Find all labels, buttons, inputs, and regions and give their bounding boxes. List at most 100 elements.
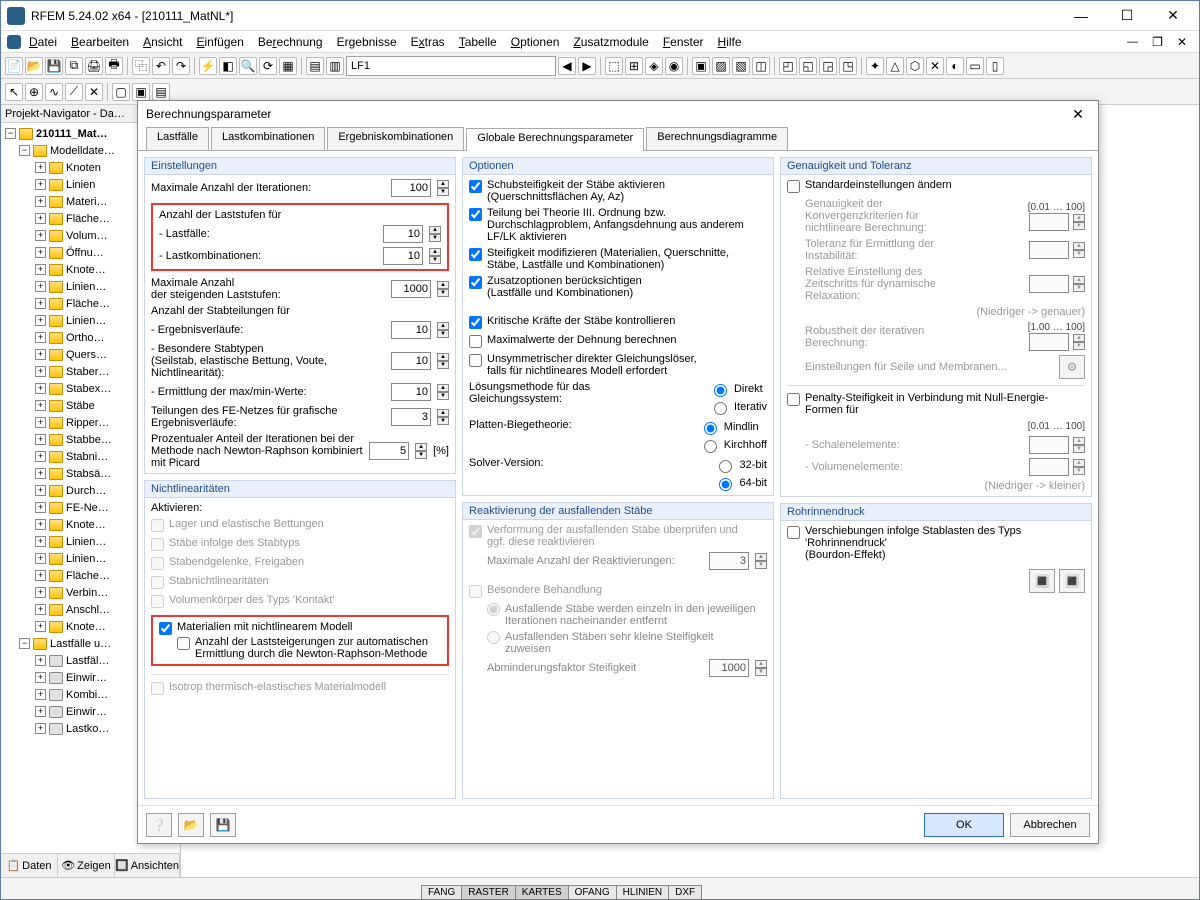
chk-steif[interactable] bbox=[469, 248, 482, 261]
tb-icon[interactable]: ▧ bbox=[732, 57, 750, 75]
view-options-button[interactable]: 🔳 bbox=[1029, 569, 1055, 593]
radio-64bit[interactable] bbox=[719, 478, 732, 491]
tb-icon[interactable]: ▨ bbox=[712, 57, 730, 75]
nav-tab-ansichten[interactable]: 🔲 Ansichten bbox=[115, 854, 180, 877]
radio-iterativ[interactable] bbox=[714, 402, 727, 415]
menu-einfuegen[interactable]: Einfügen bbox=[190, 33, 249, 51]
tb-icon[interactable]: ◲ bbox=[819, 57, 837, 75]
radio-kirchhoff[interactable] bbox=[704, 440, 717, 453]
tb2-icon[interactable]: ∿ bbox=[45, 83, 63, 101]
menu-tabelle[interactable]: Tabelle bbox=[453, 33, 503, 51]
ergebnis-spinner[interactable] bbox=[391, 321, 431, 339]
open-icon[interactable]: 📂 bbox=[25, 57, 43, 75]
chk-teilung[interactable] bbox=[469, 208, 482, 221]
radio-mindlin[interactable] bbox=[704, 422, 717, 435]
tb-icon[interactable]: ◈ bbox=[645, 57, 663, 75]
chk-zusatz[interactable] bbox=[469, 276, 482, 289]
radio-32bit[interactable] bbox=[719, 460, 732, 473]
picard-spinner[interactable] bbox=[369, 442, 409, 460]
menu-ansicht[interactable]: Ansicht bbox=[137, 33, 188, 51]
tb-icon[interactable]: ▣ bbox=[692, 57, 710, 75]
tb-icon[interactable]: ◉ bbox=[665, 57, 683, 75]
tb-icon[interactable]: ✦ bbox=[866, 57, 884, 75]
maxmin-spinner[interactable] bbox=[391, 383, 431, 401]
tb2-icon[interactable]: ↖ bbox=[5, 83, 23, 101]
tb2-icon[interactable]: ▤ bbox=[152, 83, 170, 101]
table-icon[interactable]: ▦ bbox=[279, 57, 297, 75]
tb-icon[interactable]: ⬚ bbox=[605, 57, 623, 75]
next-icon[interactable]: ▶ bbox=[578, 57, 596, 75]
tab-lastfaelle[interactable]: Lastfälle bbox=[146, 127, 209, 150]
lastfaelle-spinner[interactable] bbox=[383, 225, 423, 243]
status-fang[interactable]: FANG bbox=[421, 885, 462, 899]
tb2-icon[interactable]: ✕ bbox=[85, 83, 103, 101]
chk-unsym[interactable] bbox=[469, 354, 482, 367]
tb-icon[interactable]: ◐ bbox=[946, 57, 964, 75]
tab-berechnungsdiagramme[interactable]: Berechnungsdiagramme bbox=[646, 127, 788, 150]
tb-icon[interactable]: ◳ bbox=[839, 57, 857, 75]
tb2-icon[interactable]: ▣ bbox=[132, 83, 150, 101]
status-kartes[interactable]: KARTES bbox=[515, 885, 569, 899]
tb2-icon[interactable]: ▢ bbox=[112, 83, 130, 101]
filter-icon[interactable]: ◧ bbox=[219, 57, 237, 75]
chk-maxdehn[interactable] bbox=[469, 335, 482, 348]
nav-tab-zeigen[interactable]: 👁 Zeigen bbox=[58, 854, 115, 877]
copy-icon[interactable]: ⿻ bbox=[132, 57, 150, 75]
tb-icon[interactable]: ⊞ bbox=[625, 57, 643, 75]
menu-datei[interactable]: Datei bbox=[23, 33, 63, 51]
tb-icon[interactable]: ◰ bbox=[779, 57, 797, 75]
list1-icon[interactable]: ▤ bbox=[306, 57, 324, 75]
chk-schub[interactable] bbox=[469, 180, 482, 193]
units-button[interactable]: 🔳 bbox=[1059, 569, 1085, 593]
menu-berechnung[interactable]: Berechnung bbox=[252, 33, 329, 51]
fenetz-spinner[interactable] bbox=[391, 408, 431, 426]
bolt-icon[interactable]: ⚡ bbox=[199, 57, 217, 75]
max-steig-spinner[interactable] bbox=[391, 280, 431, 298]
mdi-restore-icon[interactable]: ❐ bbox=[1146, 33, 1169, 51]
cancel-button[interactable]: Abbrechen bbox=[1010, 813, 1090, 837]
menu-fenster[interactable]: Fenster bbox=[657, 33, 710, 51]
chk-bourdon[interactable] bbox=[787, 526, 800, 539]
status-dxf[interactable]: DXF bbox=[668, 885, 702, 899]
tab-ergebniskombinationen[interactable]: Ergebniskombinationen bbox=[327, 127, 464, 150]
ok-button[interactable]: OK bbox=[924, 813, 1004, 837]
tab-lastkombinationen[interactable]: Lastkombinationen bbox=[211, 127, 325, 150]
status-ofang[interactable]: OFANG bbox=[568, 885, 617, 899]
close-button[interactable]: ✕ bbox=[1153, 2, 1193, 30]
chk-standard[interactable] bbox=[787, 180, 800, 193]
new-icon[interactable]: 📄 bbox=[5, 57, 23, 75]
menu-extras[interactable]: Extras bbox=[405, 33, 451, 51]
status-hlinien[interactable]: HLINIEN bbox=[616, 885, 669, 899]
printer-icon[interactable]: 🖶 bbox=[105, 57, 123, 75]
tb-icon[interactable]: ✕ bbox=[926, 57, 944, 75]
save-settings-button[interactable]: 💾 bbox=[210, 813, 236, 837]
redo-icon[interactable]: ↷ bbox=[172, 57, 190, 75]
tab-globale-berechnung[interactable]: Globale Berechnungsparameter bbox=[466, 128, 644, 151]
chk-penalty[interactable] bbox=[787, 393, 800, 406]
mdi-close-icon[interactable]: ✕ bbox=[1171, 33, 1193, 51]
undo-icon[interactable]: ↶ bbox=[152, 57, 170, 75]
radio-direkt[interactable] bbox=[714, 384, 727, 397]
tb-icon[interactable]: ▯ bbox=[986, 57, 1004, 75]
refresh-icon[interactable]: ⟳ bbox=[259, 57, 277, 75]
menu-hilfe[interactable]: Hilfe bbox=[712, 33, 748, 51]
tb-icon[interactable]: ⬡ bbox=[906, 57, 924, 75]
tb-icon[interactable]: ◫ bbox=[752, 57, 770, 75]
mdi-min-icon[interactable]: — bbox=[1121, 34, 1144, 50]
menu-ergebnisse[interactable]: Ergebnisse bbox=[331, 33, 403, 51]
tb-icon[interactable]: ◱ bbox=[799, 57, 817, 75]
prev-icon[interactable]: ◀ bbox=[558, 57, 576, 75]
tb-icon[interactable]: ▭ bbox=[966, 57, 984, 75]
menu-optionen[interactable]: Optionen bbox=[505, 33, 566, 51]
loadcase-combo[interactable]: LF1 bbox=[346, 56, 556, 76]
save-icon[interactable]: 💾 bbox=[45, 57, 63, 75]
help-button[interactable]: ❔ bbox=[146, 813, 172, 837]
besondere-spinner[interactable] bbox=[391, 352, 431, 370]
tb2-icon[interactable]: ⟋ bbox=[65, 83, 83, 101]
menu-bearbeiten[interactable]: Bearbeiten bbox=[65, 33, 135, 51]
tb2-icon[interactable]: ⊕ bbox=[25, 83, 43, 101]
chk-material[interactable] bbox=[159, 622, 172, 635]
lastkombi-spinner[interactable] bbox=[383, 247, 423, 265]
minimize-button[interactable]: — bbox=[1061, 2, 1101, 30]
print-icon[interactable]: 🖨 bbox=[85, 57, 103, 75]
